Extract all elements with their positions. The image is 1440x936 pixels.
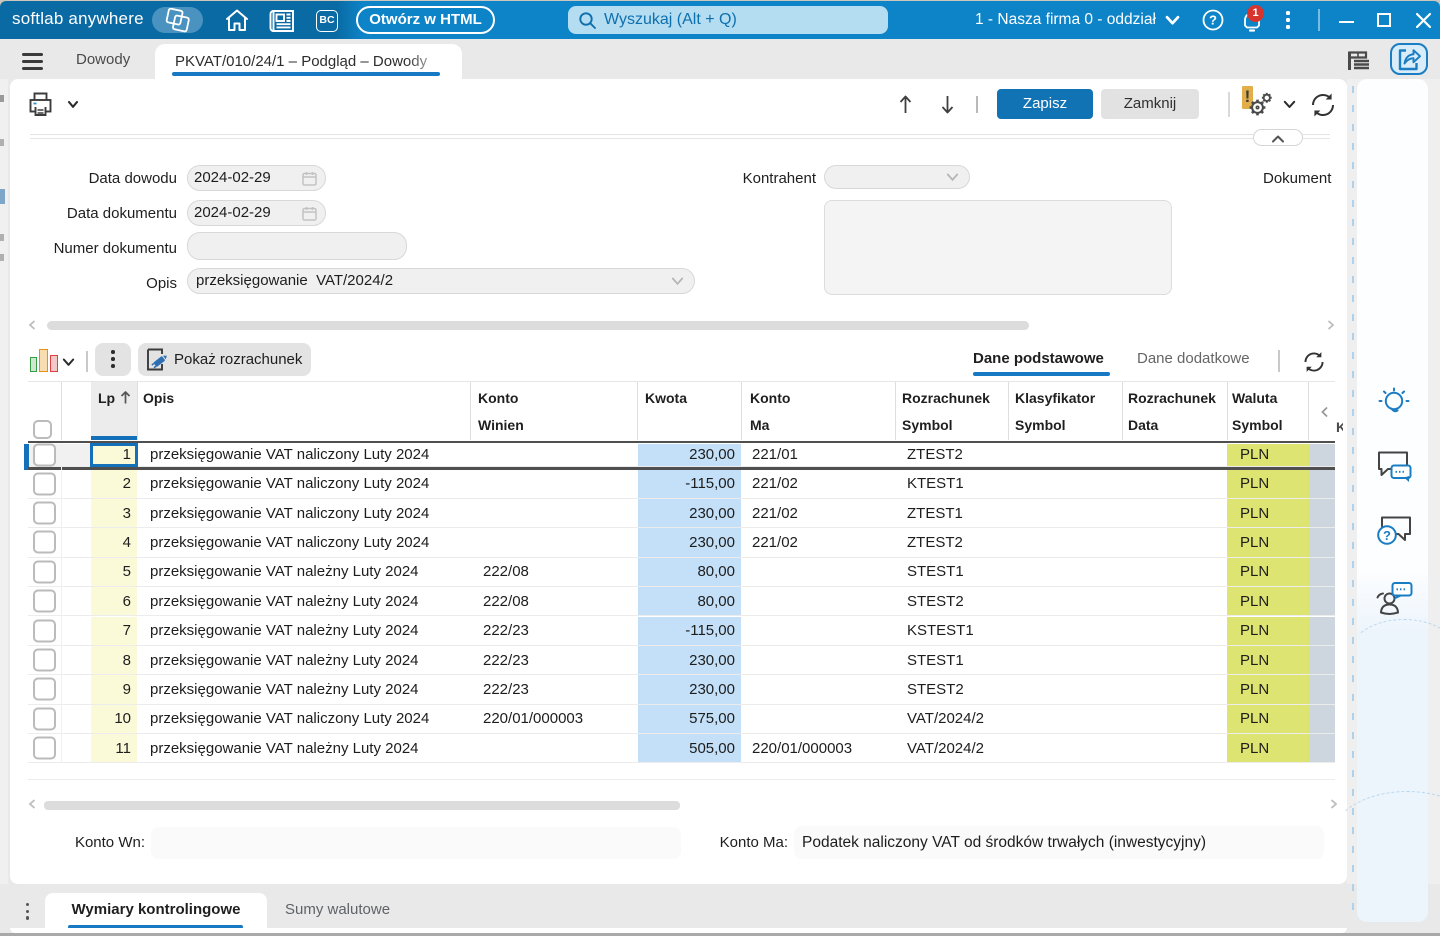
svg-text:?: ? (1209, 13, 1217, 28)
svg-text:?: ? (1383, 528, 1391, 543)
